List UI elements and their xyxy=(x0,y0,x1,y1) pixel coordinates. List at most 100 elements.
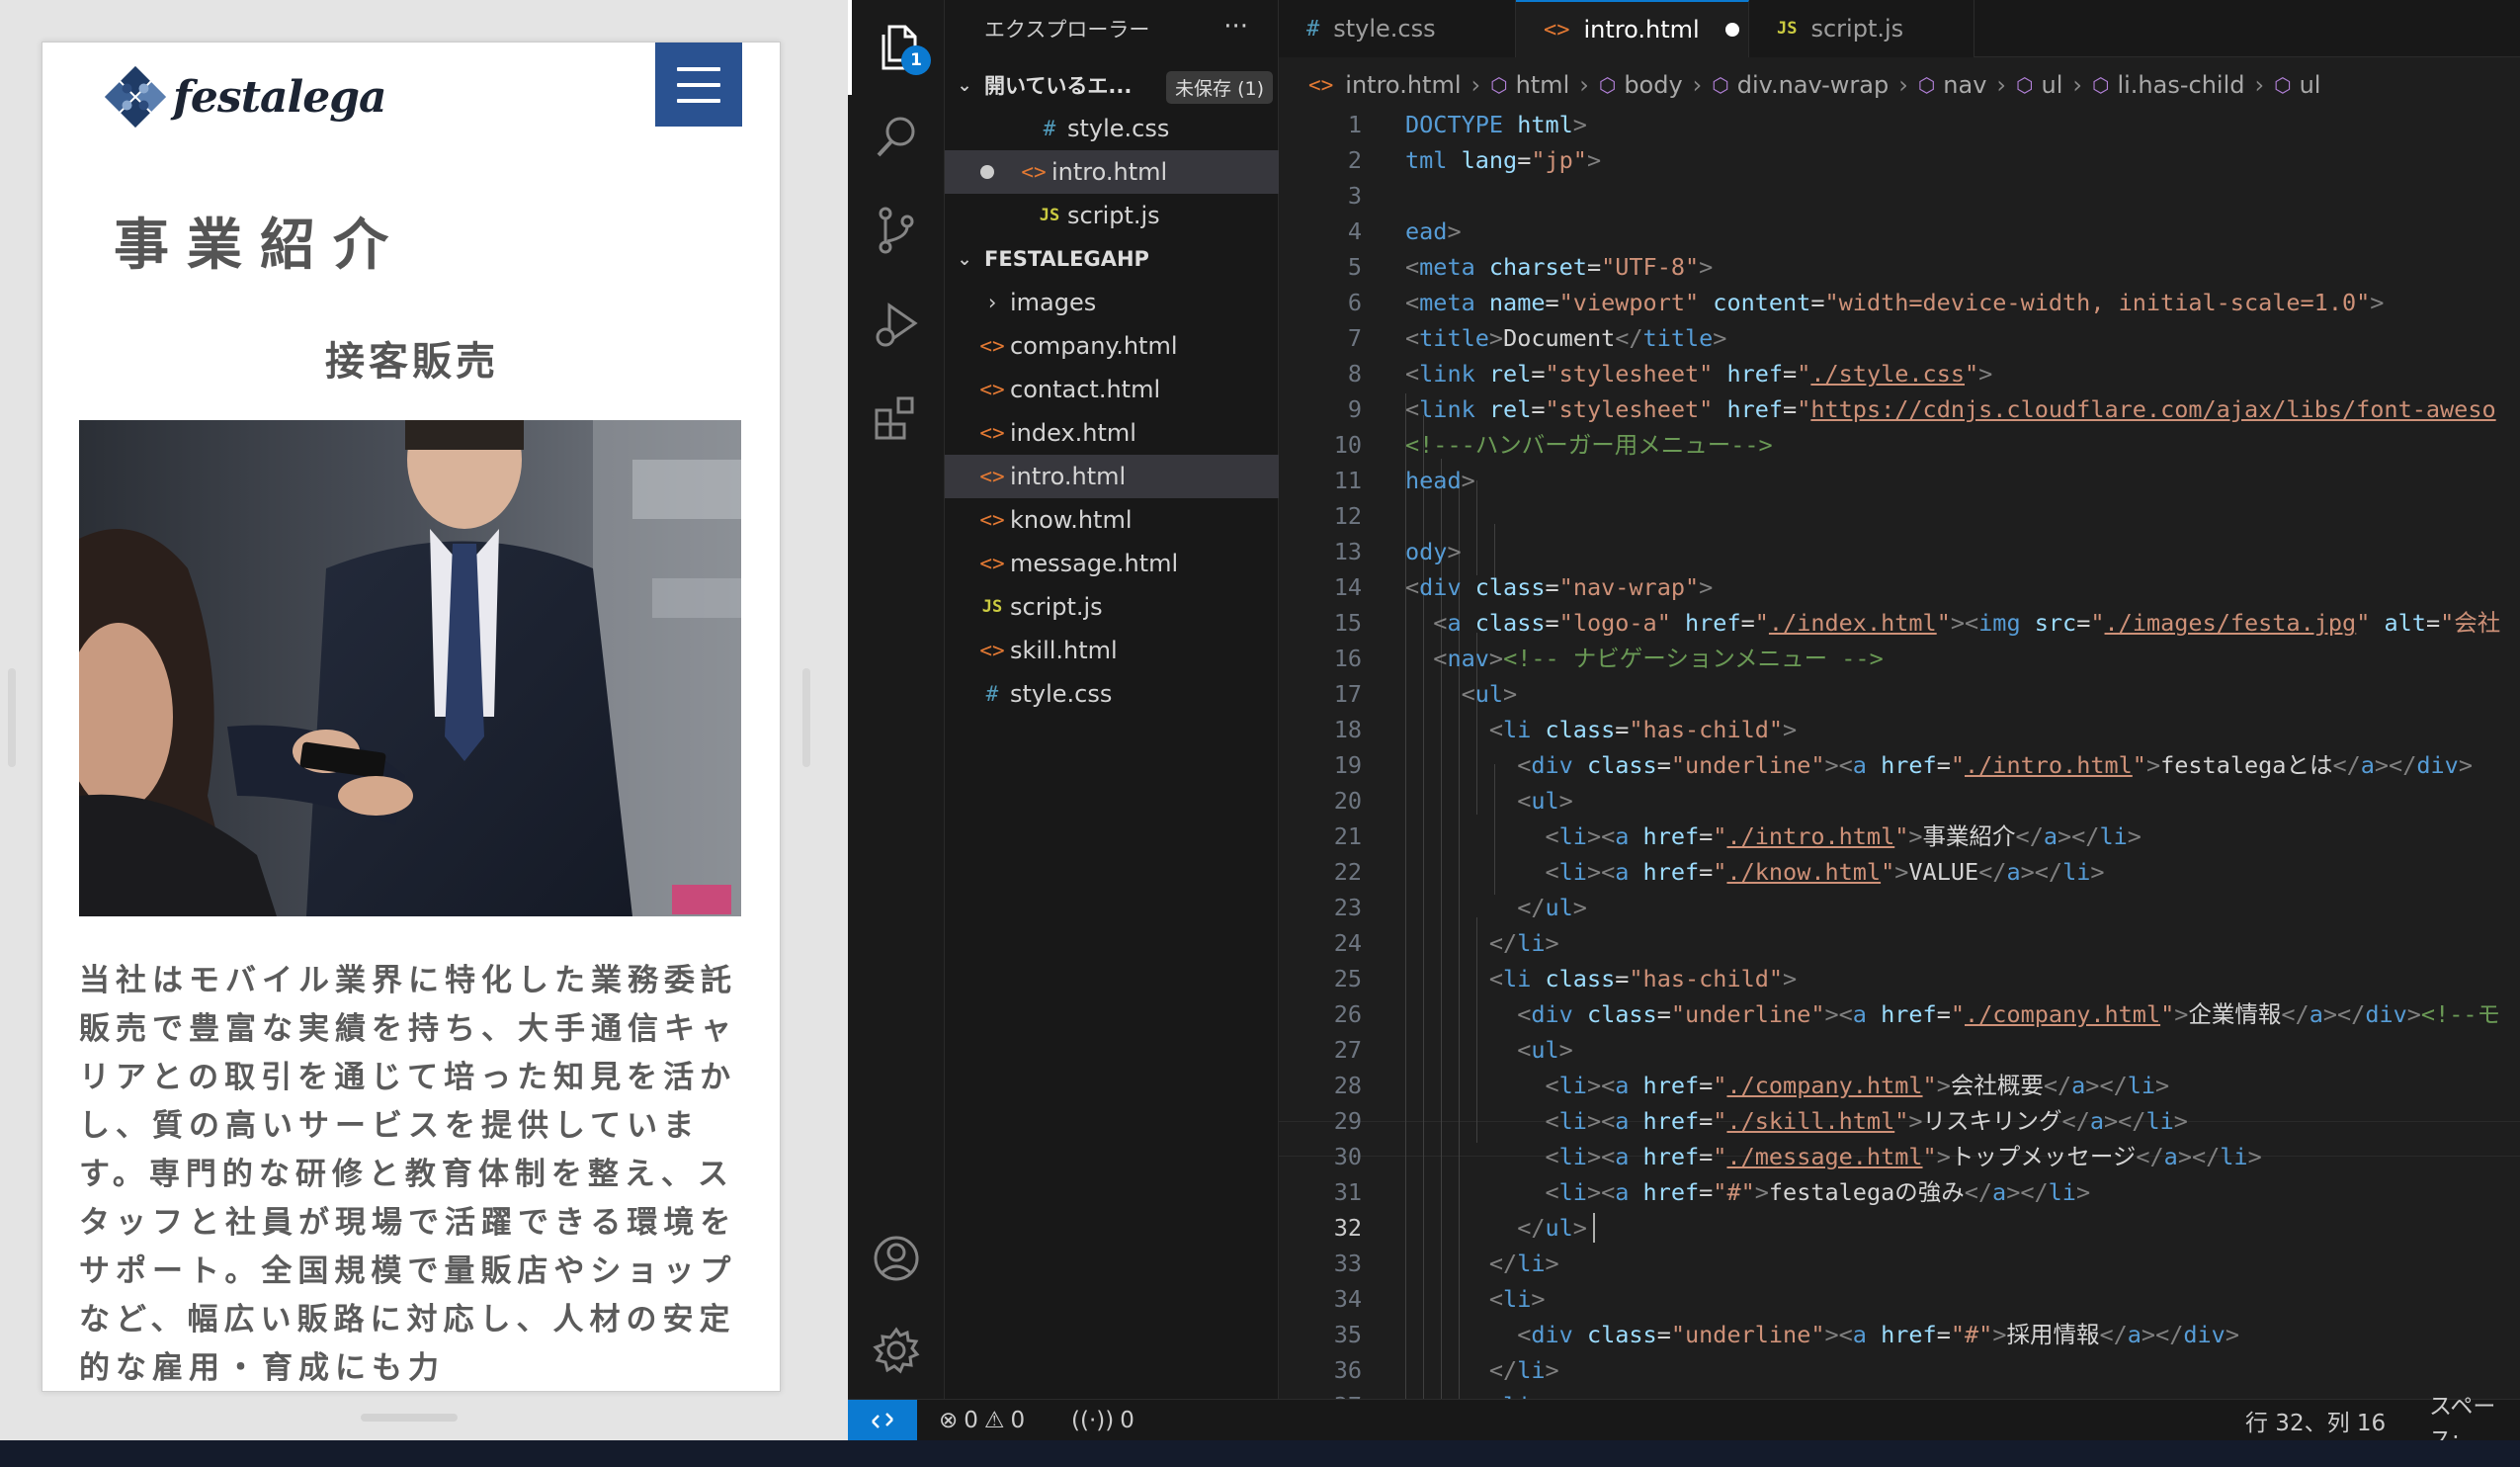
breadcrumb-item[interactable]: nav xyxy=(1943,71,1986,99)
file-item[interactable]: <> company.html xyxy=(945,324,1279,368)
tab-style-css[interactable]: # style.css xyxy=(1279,0,1516,57)
right-resize-handle[interactable] xyxy=(802,668,810,767)
code-token: a xyxy=(1852,1000,1867,1028)
file-label: know.html xyxy=(1010,506,1133,534)
breadcrumb-item[interactable]: ul xyxy=(2041,71,2062,99)
code-token: > xyxy=(1783,965,1798,992)
project-folder-header[interactable]: ⌄ FESTALEGAHP xyxy=(945,237,1279,281)
code-token: " xyxy=(1950,1000,1966,1028)
run-debug-activity-button[interactable] xyxy=(848,277,945,372)
file-item[interactable]: <> know.html xyxy=(945,498,1279,542)
code-link[interactable]: ./images/festa.jpg xyxy=(2105,609,2357,637)
code-token: > xyxy=(1572,111,1587,138)
code-link[interactable]: ./style.css xyxy=(1810,360,1965,388)
indent-guide xyxy=(1476,480,1477,575)
code-token: li xyxy=(2220,1143,2248,1170)
file-item[interactable]: JS script.js xyxy=(945,585,1279,629)
file-item-selected[interactable]: <> intro.html xyxy=(945,455,1279,498)
explorer-more-actions[interactable]: ··· xyxy=(1223,12,1248,42)
code-link[interactable]: ./intro.html xyxy=(1965,751,2133,779)
code-token: a xyxy=(1615,1178,1630,1206)
code-token: class xyxy=(1545,716,1616,743)
open-editors-header[interactable]: ⌄ 開いているエ... 未保存 (1) xyxy=(945,63,1279,107)
line-number: 7 xyxy=(1347,324,1362,352)
code-token: > xyxy=(2225,1321,2239,1348)
code-token: div xyxy=(1531,751,1573,779)
folder-item-images[interactable]: › images xyxy=(945,281,1279,324)
code-line: ead> xyxy=(1405,214,1462,249)
code-token: li xyxy=(1517,1356,1546,1384)
settings-activity-button[interactable] xyxy=(848,1303,945,1398)
code-link[interactable]: ./message.html xyxy=(1726,1143,1922,1170)
code-token: ul xyxy=(1545,894,1573,921)
element-icon: ⬡ xyxy=(1917,73,1936,97)
left-resize-handle[interactable] xyxy=(8,668,16,767)
file-item[interactable]: <> index.html xyxy=(945,411,1279,455)
code-token: </ xyxy=(1517,1214,1546,1242)
code-link[interactable]: ./know.html xyxy=(1726,858,1881,886)
site-logo[interactable]: festalega xyxy=(100,52,387,141)
open-editor-item[interactable]: JS script.js xyxy=(945,194,1279,237)
line-number: 33 xyxy=(1333,1250,1362,1277)
explorer-activity-button[interactable]: 1 xyxy=(848,0,945,95)
code-token: </ xyxy=(1488,1356,1518,1384)
breadcrumb-item[interactable]: div.nav-wrap xyxy=(1737,71,1889,99)
code-token: < xyxy=(1517,751,1532,779)
hamburger-menu-button[interactable] xyxy=(655,43,742,127)
extensions-activity-button[interactable] xyxy=(848,371,945,466)
code-link[interactable]: https://cdnjs.cloudflare.com/ajax/libs/f… xyxy=(1810,395,2495,423)
code-editor[interactable]: 1 2 3 4 5 6 7 8 9 10 11 12 13 14 15 16 1… xyxy=(1279,107,2520,1399)
html-file-icon: <> xyxy=(979,508,1005,532)
problems-indicator[interactable]: ⊗ 0 ⚠ 0 xyxy=(939,1400,1025,1441)
indentation-indicator[interactable]: スペース: xyxy=(2429,1394,2520,1453)
code-token: nav xyxy=(1447,645,1489,672)
code-link[interactable]: ./index.html xyxy=(1769,609,1937,637)
code-line: <li> xyxy=(1405,1388,1546,1399)
code-token: " xyxy=(1936,609,1951,637)
code-token: ></ xyxy=(2085,1072,2128,1099)
code-token: > xyxy=(1754,1178,1769,1206)
code-line: <li><a href="./skill.html">リスキリング</a></l… xyxy=(1545,1107,2188,1135)
code-link[interactable]: ./company.html xyxy=(1726,1072,1922,1099)
code-token: "width=device-width, initial-scale=1.0" xyxy=(1824,289,2371,316)
line-number: 13 xyxy=(1333,538,1362,565)
breadcrumb-item[interactable]: html xyxy=(1516,71,1570,99)
line-number: 26 xyxy=(1333,1000,1362,1028)
code-token: li xyxy=(1558,858,1587,886)
breadcrumb-item[interactable]: body xyxy=(1624,71,1682,99)
code-token: "jp" xyxy=(1531,146,1587,174)
accounts-activity-button[interactable] xyxy=(848,1211,945,1306)
line-number: 18 xyxy=(1333,716,1362,743)
ports-indicator[interactable]: ((·)) 0 xyxy=(1071,1400,1134,1441)
code-token: li xyxy=(1503,1392,1531,1399)
line-number: 28 xyxy=(1333,1072,1362,1099)
file-item[interactable]: # style.css xyxy=(945,672,1279,716)
open-editor-item[interactable]: # style.css xyxy=(945,107,1279,150)
tab-intro-html[interactable]: <> intro.html xyxy=(1516,0,1749,57)
file-item[interactable]: <> skill.html xyxy=(945,629,1279,672)
code-token: a xyxy=(2043,822,2058,850)
chevron-right-icon: › xyxy=(2254,71,2265,99)
intro-paragraph: 当社はモバイル業界に特化した業務委託販売で豊富な実績を持ち、大手通信キャリアとの… xyxy=(79,963,737,1386)
cursor-position[interactable]: 行 32、列 16 xyxy=(2245,1400,2386,1441)
breadcrumb-item[interactable]: ul xyxy=(2300,71,2321,99)
source-control-activity-button[interactable] xyxy=(848,183,945,278)
bottom-drag-handle[interactable] xyxy=(361,1414,458,1422)
code-token: >< xyxy=(1586,858,1616,886)
open-editor-item-active[interactable]: <> intro.html xyxy=(945,150,1279,194)
file-item[interactable]: <> message.html xyxy=(945,542,1279,585)
search-activity-button[interactable] xyxy=(848,89,945,184)
code-link[interactable]: ./skill.html xyxy=(1726,1107,1894,1135)
code-token: rel xyxy=(1488,360,1532,388)
file-item[interactable]: <> contact.html xyxy=(945,368,1279,411)
remote-indicator-button[interactable] xyxy=(848,1400,917,1441)
code-token: </ xyxy=(1964,1178,1993,1206)
code-link[interactable]: ./company.html xyxy=(1965,1000,2160,1028)
unsaved-dot-icon[interactable] xyxy=(1724,23,1739,37)
code-link[interactable]: ./intro.html xyxy=(1726,822,1894,850)
breadcrumb-item[interactable]: li.has-child xyxy=(2117,71,2244,99)
code-token: < xyxy=(1545,1072,1559,1099)
code-token: </ xyxy=(2061,1107,2090,1135)
tab-script-js[interactable]: JS script.js xyxy=(1749,0,1974,57)
breadcrumb-item[interactable]: intro.html xyxy=(1345,71,1461,99)
